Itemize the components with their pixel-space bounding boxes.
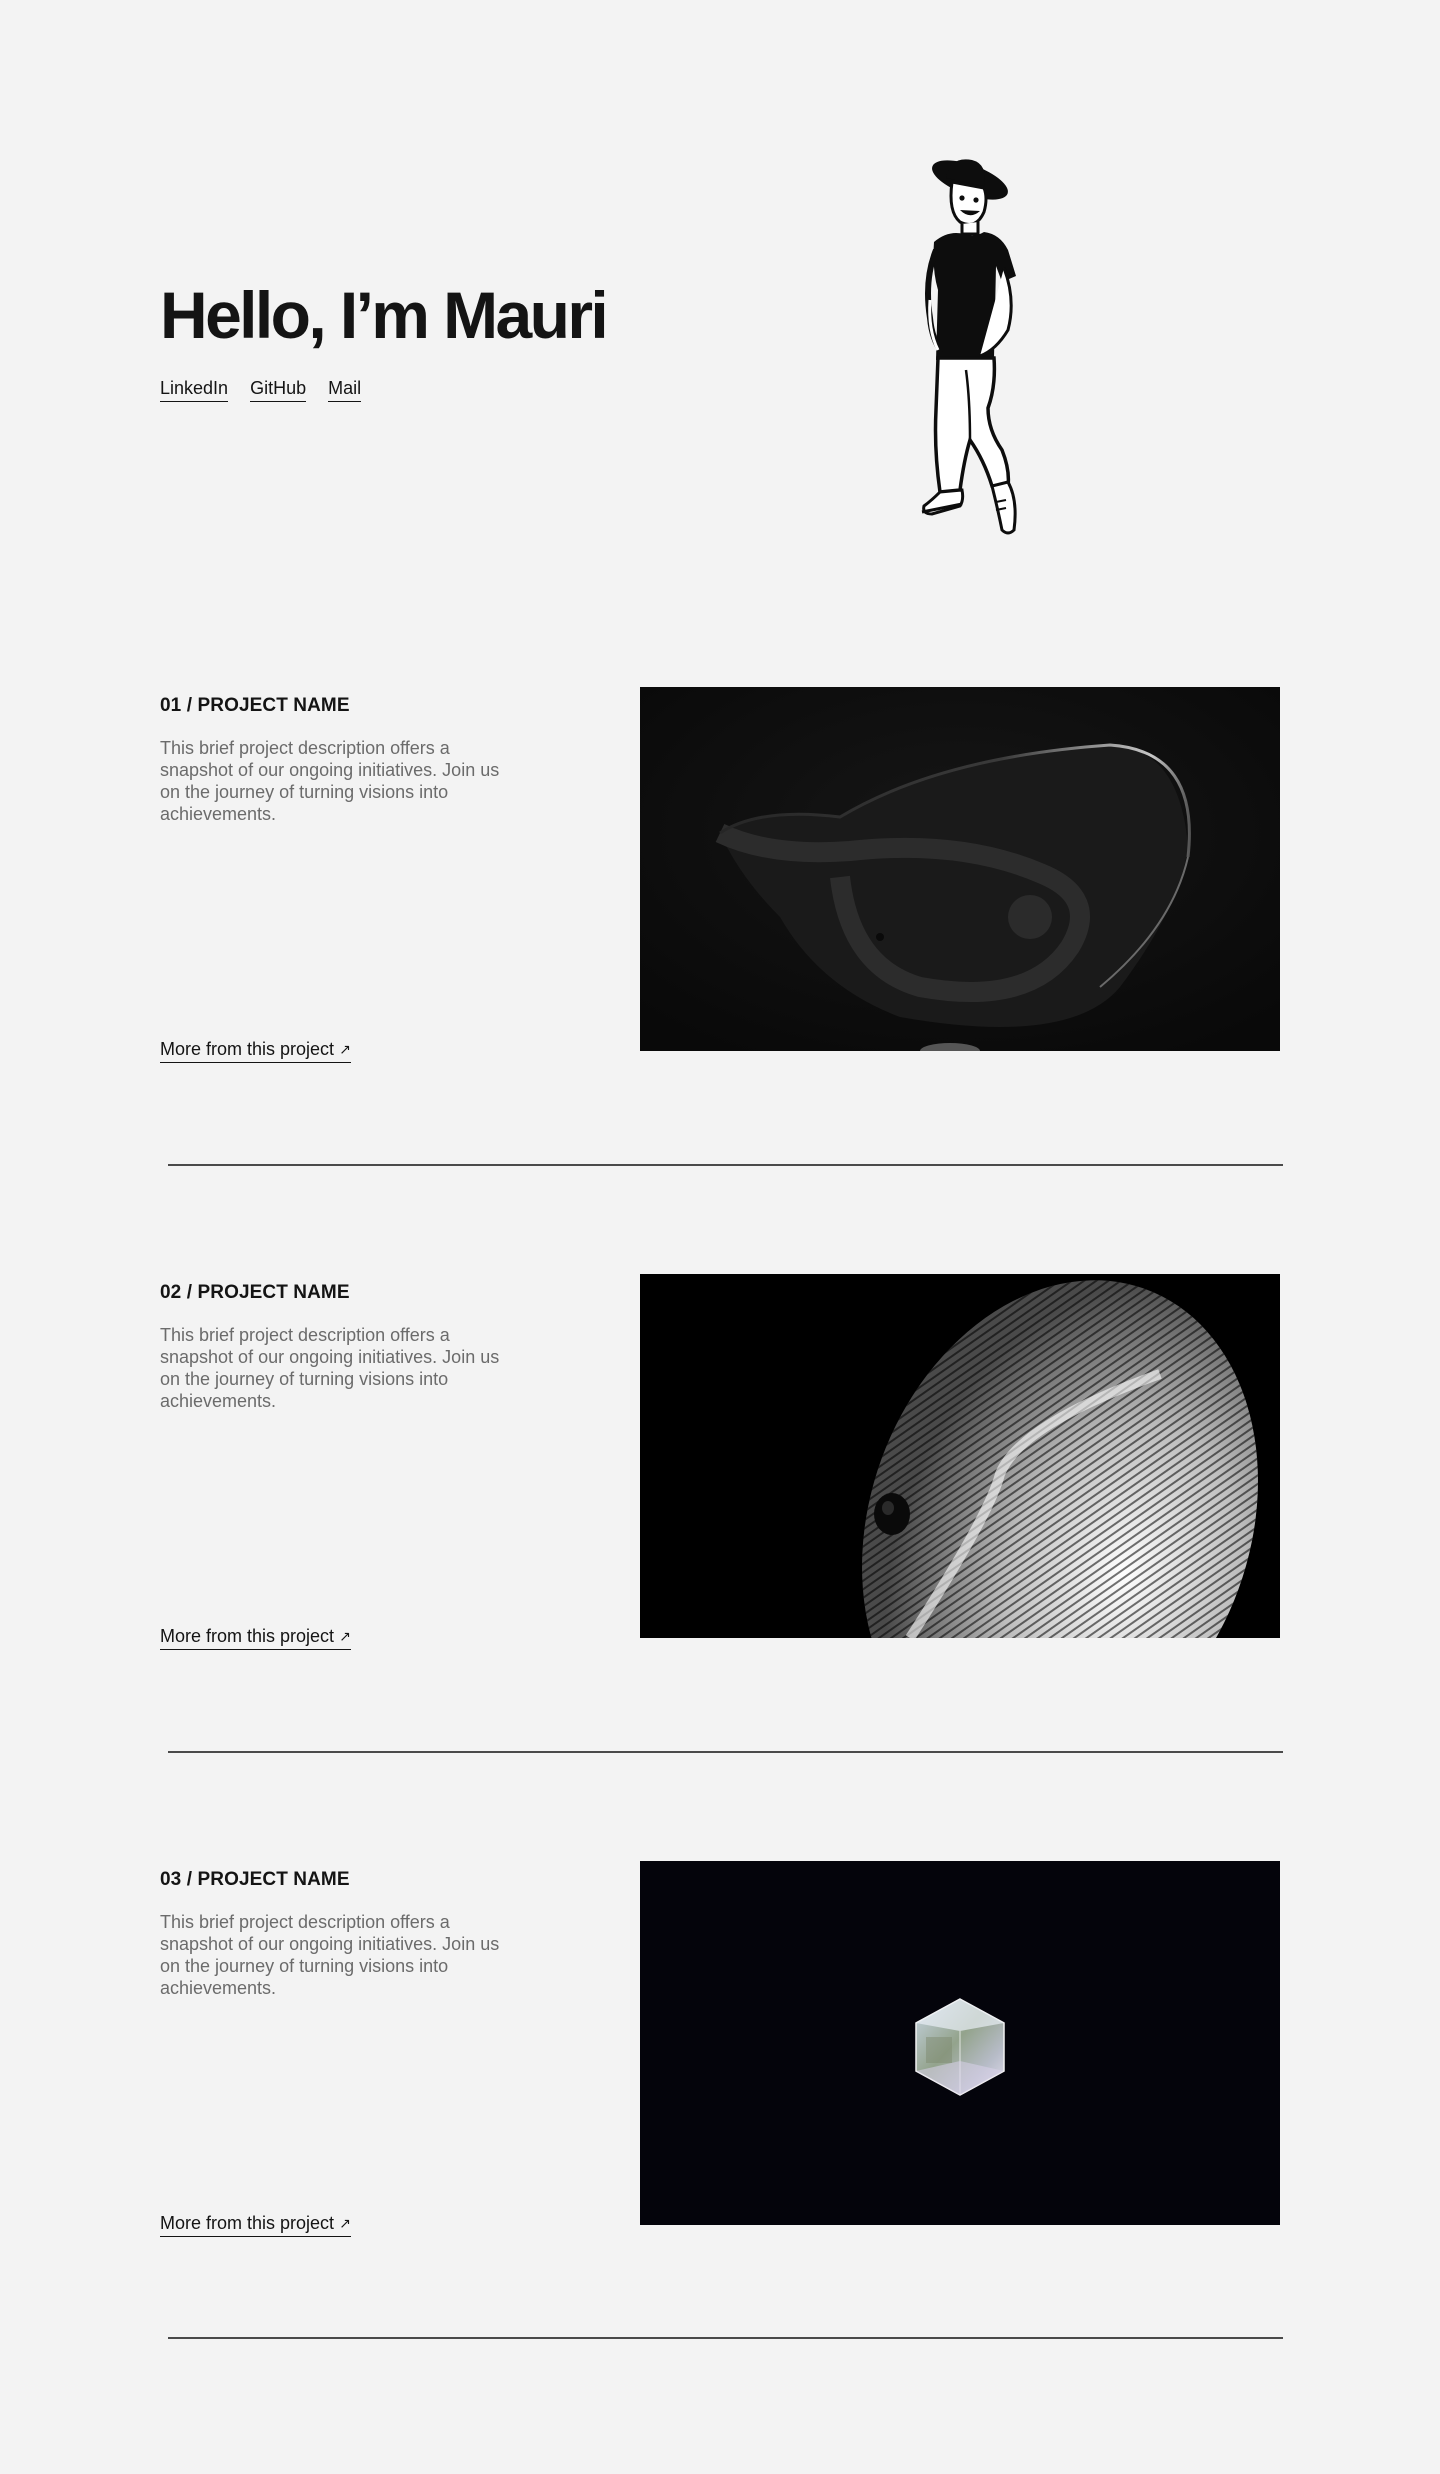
arrow-up-right-icon: ↗ [339,1040,351,1057]
divider [168,2337,1283,2339]
project-1: 01 / PROJECT NAME This brief project des… [0,687,1440,1115]
github-link[interactable]: GitHub [250,377,307,402]
project-title: 01 / PROJECT NAME [160,695,350,716]
divider [168,1164,1283,1166]
avatar-illustration [921,159,1017,535]
hero-title: Hello, I’m Mauri [160,278,609,352]
project-image[interactable] [640,1274,1280,1638]
project-description: This brief project description offers a … [160,738,500,824]
mail-link[interactable]: Mail [328,377,362,402]
project-image[interactable] [640,687,1280,1051]
project-2: 02 / PROJECT NAME This brief project des… [0,1274,1440,1702]
project-title: 03 / PROJECT NAME [160,1869,350,1890]
linkedin-link[interactable]: LinkedIn [160,377,229,402]
more-from-project-link[interactable]: More from this project ↗ [160,1038,351,1063]
project-title: 02 / PROJECT NAME [160,1282,350,1303]
divider [168,1751,1283,1753]
more-link-label: More from this project [160,1039,335,1059]
project-image[interactable] [640,1861,1280,2225]
project-3: 03 / PROJECT NAME This brief project des… [0,1861,1440,2289]
arrow-up-right-icon: ↗ [339,1627,351,1644]
more-link-label: More from this project [160,1626,335,1646]
arrow-up-right-icon: ↗ [339,2214,351,2231]
more-link-label: More from this project [160,2213,335,2233]
social-links: LinkedIn GitHub Mail [160,377,362,402]
more-from-project-link[interactable]: More from this project ↗ [160,2212,351,2237]
project-description: This brief project description offers a … [160,1912,500,1998]
project-description: This brief project description offers a … [160,1325,500,1411]
more-from-project-link[interactable]: More from this project ↗ [160,1625,351,1650]
hero-section: Hello, I’m Mauri LinkedIn GitHub Mail [0,0,1440,620]
